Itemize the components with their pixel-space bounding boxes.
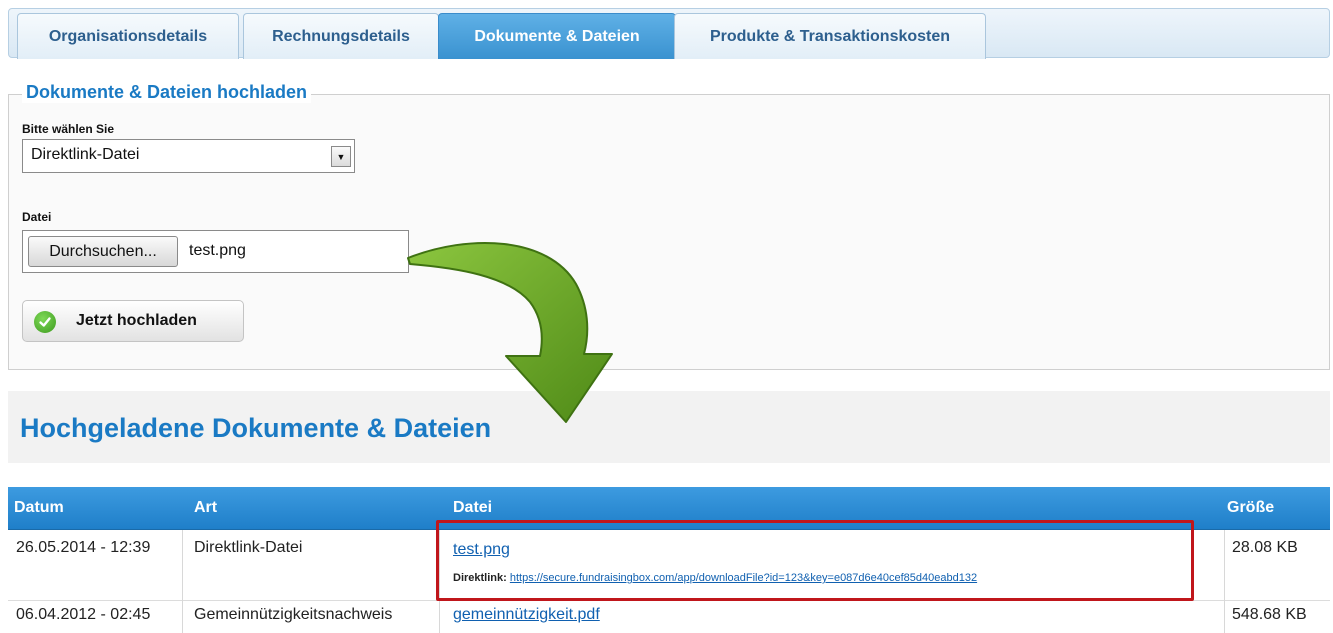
table-header: Datum Art Datei Größe	[8, 487, 1330, 530]
select-value: Direktlink-Datei	[31, 146, 140, 163]
column-header-date[interactable]: Datum	[14, 499, 64, 517]
column-header-type[interactable]: Art	[194, 499, 217, 517]
file-input[interactable]: Durchsuchen... test.png	[22, 230, 409, 273]
row-type: Direktlink-Datei	[194, 539, 303, 556]
row-date: 06.04.2012 - 02:45	[16, 606, 151, 623]
tab-rechnungsdetails[interactable]: Rechnungsdetails	[243, 13, 439, 59]
column-header-file[interactable]: Datei	[453, 499, 492, 517]
file-link[interactable]: gemeinnützigkeit.pdf	[453, 606, 600, 624]
row-size: 28.08 KB	[1232, 539, 1298, 556]
uploaded-section-header: Hochgeladene Dokumente & Dateien	[8, 391, 1330, 463]
upload-legend: Dokumente & Dateien hochladen	[22, 82, 312, 103]
column-header-size[interactable]: Größe	[1227, 499, 1274, 517]
row-type: Gemeinnützigkeitsnachweis	[194, 606, 393, 623]
upload-now-button[interactable]: Jetzt hochladen	[22, 300, 244, 342]
direct-link-label: Direktlink:	[453, 572, 507, 584]
direct-link-url[interactable]: https://secure.fundraisingbox.com/app/do…	[510, 572, 977, 584]
row-date: 26.05.2014 - 12:39	[16, 539, 151, 556]
tab-organisationsdetails[interactable]: Organisationsdetails	[17, 13, 239, 59]
direct-link-line: Direktlink: https://secure.fundraisingbo…	[453, 572, 977, 584]
tab-dokumente-dateien[interactable]: Dokumente & Dateien	[438, 13, 676, 59]
check-icon	[34, 311, 56, 333]
tab-produkte-transaktionskosten[interactable]: Produkte & Transaktionskosten	[674, 13, 986, 59]
column-divider	[182, 530, 183, 633]
browse-button[interactable]: Durchsuchen...	[28, 236, 178, 267]
uploaded-section-title: Hochgeladene Dokumente & Dateien	[20, 413, 492, 443]
select-label: Bitte wählen Sie	[22, 122, 115, 136]
file-label: Datei	[22, 210, 52, 224]
chevron-down-icon[interactable]: ▼	[331, 146, 351, 167]
column-divider	[1224, 530, 1225, 633]
document-type-select[interactable]: Direktlink-Datei ▼	[22, 139, 355, 173]
file-link[interactable]: test.png	[453, 541, 510, 559]
column-divider	[439, 530, 440, 633]
upload-now-label: Jetzt hochladen	[76, 312, 197, 329]
row-size: 548.68 KB	[1232, 606, 1307, 623]
tab-bar: Organisationsdetails Rechnungsdetails Do…	[8, 8, 1330, 59]
selected-file-name: test.png	[189, 242, 246, 259]
